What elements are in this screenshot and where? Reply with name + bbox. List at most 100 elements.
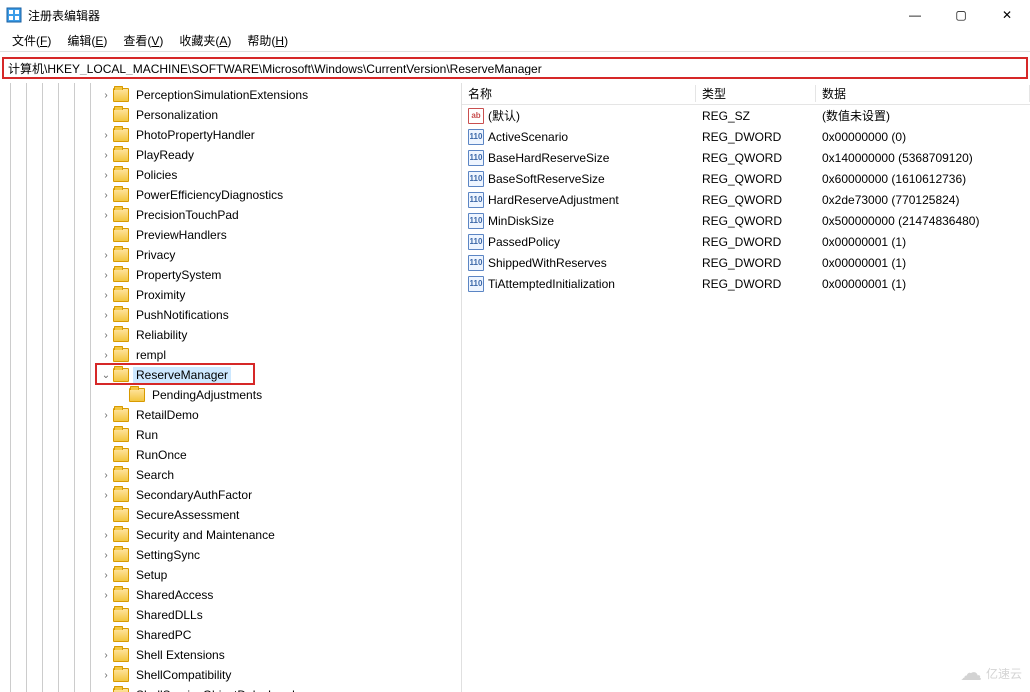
folder-icon [113,148,129,162]
tree-item-shellserviceobjectdelayload[interactable]: ·ShellServiceObjectDelayLoad [0,685,461,692]
tree-item-shareddlls[interactable]: ·SharedDLLs [0,605,461,625]
chevron-right-icon[interactable]: › [99,410,113,421]
tree-item-propertysystem[interactable]: ›PropertySystem [0,265,461,285]
value-name: MinDiskSize [488,214,554,228]
chevron-right-icon[interactable]: › [99,290,113,301]
tree-item-label: SharedPC [133,627,194,643]
tree-item-secureassessment[interactable]: ·SecureAssessment [0,505,461,525]
value-row[interactable]: 110HardReserveAdjustmentREG_QWORD0x2de73… [462,189,1030,210]
tree-item-label: Shell Extensions [133,647,228,663]
folder-icon [113,588,129,602]
value-row[interactable]: 110BaseSoftReserveSizeREG_QWORD0x6000000… [462,168,1030,189]
address-input[interactable] [8,61,1022,75]
binary-value-icon: 110 [468,234,484,250]
registry-tree[interactable]: ›PerceptionSimulationExtensions·Personal… [0,83,462,692]
menu-h[interactable]: 帮助(H) [239,30,296,51]
tree-item-playready[interactable]: › PlayReady [0,145,461,165]
chevron-right-icon[interactable]: › [99,590,113,601]
tree-item-policies[interactable]: ›Policies [0,165,461,185]
tree-item-search[interactable]: › Search [0,465,461,485]
tree-item-run[interactable]: ·Run [0,425,461,445]
value-name: (默认) [488,107,520,124]
minimize-button[interactable]: — [892,0,938,30]
tree-item-privacy[interactable]: ›Privacy [0,245,461,265]
value-row[interactable]: 110TiAttemptedInitializationREG_DWORD0x0… [462,273,1030,294]
tree-item-pushnotifications[interactable]: › PushNotifications [0,305,461,325]
chevron-right-icon[interactable]: › [99,350,113,361]
value-row[interactable]: 110PassedPolicyREG_DWORD0x00000001 (1) [462,231,1030,252]
tree-item-label: PushNotifications [133,307,232,323]
values-list[interactable]: 名称 类型 数据 ab(默认)REG_SZ(数值未设置)110ActiveSce… [462,83,1030,692]
chevron-right-icon[interactable]: › [99,170,113,181]
chevron-right-icon[interactable]: › [99,210,113,221]
tree-item-precisiontouchpad[interactable]: ›PrecisionTouchPad [0,205,461,225]
menu-v[interactable]: 查看(V) [115,30,171,51]
tree-item-shellcompatibility[interactable]: ›ShellCompatibility [0,665,461,685]
chevron-right-icon[interactable]: › [99,490,113,501]
close-button[interactable]: ✕ [984,0,1030,30]
tree-item-previewhandlers[interactable]: ·PreviewHandlers [0,225,461,245]
chevron-right-icon[interactable]: › [99,310,113,321]
menu-f[interactable]: 文件(F) [4,30,59,51]
menu-a[interactable]: 收藏夹(A) [171,30,239,51]
folder-icon [113,128,129,142]
chevron-right-icon[interactable]: › [99,470,113,481]
chevron-right-icon[interactable]: › [99,330,113,341]
tree-item-settingsync[interactable]: ›SettingSync [0,545,461,565]
folder-icon [113,688,129,692]
value-data: 0x60000000 (1610612736) [816,172,1030,186]
tree-item-shell-extensions[interactable]: › Shell Extensions [0,645,461,665]
chevron-right-icon[interactable]: › [99,130,113,141]
tree-item-proximity[interactable]: › Proximity [0,285,461,305]
tree-item-reliability[interactable]: ›Reliability [0,325,461,345]
tree-item-runonce[interactable]: ·RunOnce [0,445,461,465]
tree-item-label: Search [133,467,177,483]
tree-item-setup[interactable]: ›Setup [0,565,461,585]
chevron-right-icon[interactable]: › [99,530,113,541]
binary-value-icon: 110 [468,171,484,187]
folder-icon [113,348,129,362]
chevron-right-icon[interactable]: › [99,550,113,561]
tree-item-pendingadjustments[interactable]: ·PendingAdjustments [0,385,461,405]
tree-item-security-and-maintenance[interactable]: ›Security and Maintenance [0,525,461,545]
value-row[interactable]: 110BaseHardReserveSizeREG_QWORD0x1400000… [462,147,1030,168]
tree-item-perceptionsimulationextensions[interactable]: ›PerceptionSimulationExtensions [0,85,461,105]
value-type: REG_QWORD [696,172,816,186]
tree-item-powerefficiencydiagnostics[interactable]: ›PowerEfficiencyDiagnostics [0,185,461,205]
value-row[interactable]: 110ShippedWithReservesREG_DWORD0x0000000… [462,252,1030,273]
chevron-right-icon[interactable]: › [99,250,113,261]
tree-item-label: ShellServiceObjectDelayLoad [133,687,298,692]
column-data[interactable]: 数据 [816,85,1030,102]
tree-item-label: Proximity [133,287,188,303]
tree-item-reservemanager[interactable]: ⌄ReserveManager [0,365,461,385]
tree-item-rempl[interactable]: ›rempl [0,345,461,365]
maximize-button[interactable]: ▢ [938,0,984,30]
tree-item-photopropertyhandler[interactable]: ›PhotoPropertyHandler [0,125,461,145]
folder-icon [113,568,129,582]
tree-item-sharedaccess[interactable]: ›SharedAccess [0,585,461,605]
tree-item-retaildemo[interactable]: ›RetailDemo [0,405,461,425]
chevron-right-icon[interactable]: › [99,90,113,101]
column-name[interactable]: 名称 [462,85,696,102]
folder-icon [113,428,129,442]
value-row[interactable]: ab(默认)REG_SZ(数值未设置) [462,105,1030,126]
chevron-right-icon[interactable]: › [99,650,113,661]
chevron-right-icon[interactable]: › [99,150,113,161]
addressbar[interactable] [2,57,1028,79]
chevron-right-icon[interactable]: › [99,190,113,201]
tree-item-label: PlayReady [133,147,197,163]
value-row[interactable]: 110MinDiskSizeREG_QWORD0x500000000 (2147… [462,210,1030,231]
value-type: REG_QWORD [696,214,816,228]
tree-item-secondaryauthfactor[interactable]: ›SecondaryAuthFactor [0,485,461,505]
folder-icon [113,108,129,122]
menu-e[interactable]: 编辑(E) [59,30,115,51]
tree-item-personalization[interactable]: ·Personalization [0,105,461,125]
column-type[interactable]: 类型 [696,85,816,102]
value-name: BaseHardReserveSize [488,151,609,165]
value-row[interactable]: 110ActiveScenarioREG_DWORD0x00000000 (0) [462,126,1030,147]
chevron-right-icon[interactable]: › [99,270,113,281]
tree-item-sharedpc[interactable]: ·SharedPC [0,625,461,645]
chevron-right-icon[interactable]: › [99,670,113,681]
chevron-down-icon[interactable]: ⌄ [99,370,113,381]
chevron-right-icon[interactable]: › [99,570,113,581]
